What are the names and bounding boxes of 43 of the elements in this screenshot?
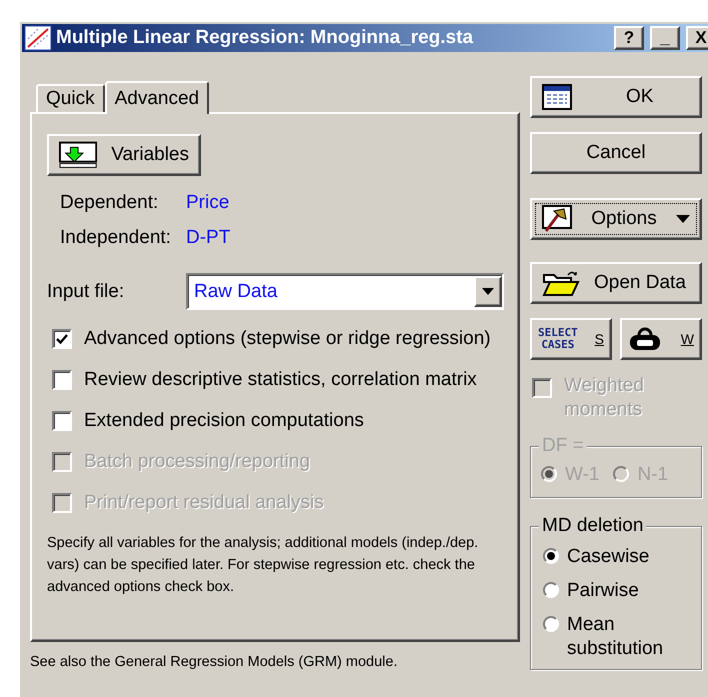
field-label: Dependent: bbox=[60, 192, 160, 214]
title-bar-button[interactable]: _ bbox=[650, 26, 680, 50]
field-label: Independent: bbox=[60, 227, 172, 249]
options-button[interactable]: Options bbox=[530, 198, 702, 240]
caret-icon bbox=[676, 215, 690, 223]
radio-label: Pairwise bbox=[567, 579, 639, 603]
select-cases-button[interactable]: SELECT CASES S bbox=[530, 318, 612, 360]
variables-button[interactable]: Variables bbox=[47, 134, 201, 176]
title-bar-button[interactable]: X bbox=[686, 26, 708, 50]
open-data-button[interactable]: Open Data bbox=[530, 262, 702, 304]
checkmark-icon bbox=[56, 333, 68, 345]
caret-icon bbox=[482, 288, 494, 295]
checkbox-label: Review descriptive statistics, correlation matrix bbox=[84, 369, 477, 391]
footer-text: See also the General Regression Models (GRM) module. bbox=[30, 654, 398, 670]
checkbox[interactable] bbox=[52, 411, 72, 431]
tab[interactable]: Advanced bbox=[104, 81, 210, 114]
table-icon bbox=[542, 84, 572, 110]
instruction-text: Specify all variables for the analysis; additional models (indep./dep. vars) can be specified later. For stepwise regression etc. check the advanced options check box. bbox=[47, 534, 480, 597]
weight-button[interactable]: W bbox=[620, 318, 702, 360]
radio-label: Casewise bbox=[567, 545, 650, 569]
title-bar-button[interactable]: ? bbox=[614, 26, 644, 50]
checkbox[interactable] bbox=[52, 370, 72, 390]
radio-label: Mean substitution bbox=[567, 613, 664, 661]
radio-button[interactable] bbox=[543, 548, 559, 564]
app-icon bbox=[24, 25, 52, 51]
checkbox-label: Advanced options (stepwise or ridge regression) bbox=[84, 328, 491, 350]
field-label: Input file: bbox=[47, 280, 124, 302]
checkbox[interactable] bbox=[52, 329, 72, 349]
checkbox-label: Extended precision computations bbox=[84, 410, 364, 432]
cancel-button[interactable]: Cancel bbox=[530, 132, 702, 174]
down-arrow-icon bbox=[59, 141, 98, 169]
tab[interactable]: Quick bbox=[36, 84, 105, 112]
window-title: Multiple Linear Regression: Mnoginna_reg.sta bbox=[56, 27, 474, 49]
field-value: Price bbox=[186, 192, 230, 214]
input-file-dropdown[interactable]: Raw Data bbox=[186, 273, 504, 310]
folder-icon bbox=[542, 269, 580, 297]
ok-button[interactable]: OK bbox=[530, 76, 702, 118]
weight-icon bbox=[628, 327, 662, 351]
dropdown-button[interactable] bbox=[474, 276, 502, 307]
radio-button[interactable] bbox=[543, 616, 559, 632]
radio-button[interactable] bbox=[543, 582, 559, 598]
hammer-icon bbox=[542, 205, 572, 233]
field-value: D-PT bbox=[186, 227, 232, 249]
